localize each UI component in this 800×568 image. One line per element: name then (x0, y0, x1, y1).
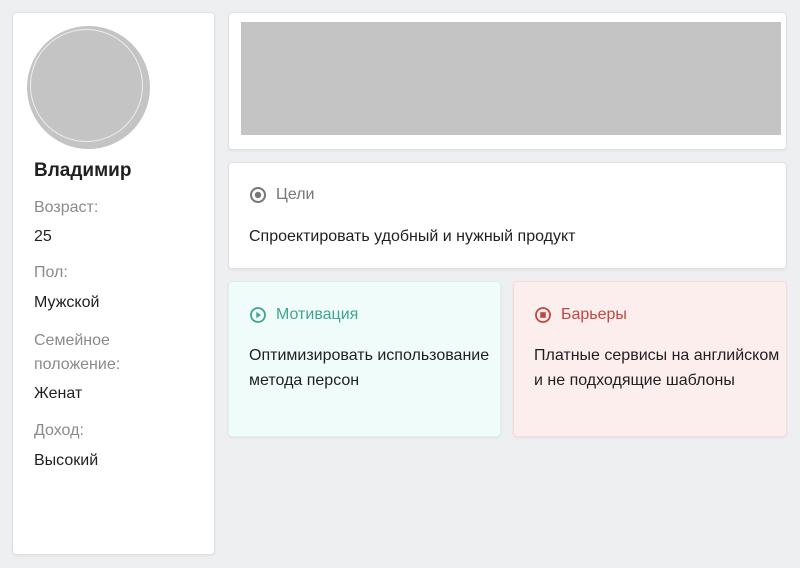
banner-card (228, 12, 787, 150)
target-icon (249, 186, 267, 204)
marital-status-value: Женат (34, 385, 83, 402)
goals-text: Спроектировать удобный и нужный продукт (249, 228, 576, 245)
motivation-title: Мотивация (276, 306, 359, 323)
barriers-card: Барьеры Платные сервисы на английском и … (513, 281, 787, 437)
age-label: Возраст: (34, 199, 99, 216)
banner-image-placeholder (241, 22, 781, 135)
goals-header: Цели (249, 185, 314, 205)
play-circle-icon (249, 306, 267, 324)
stop-circle-icon (534, 306, 552, 324)
gender-label: Пол: (34, 264, 68, 281)
barriers-header: Барьеры (534, 305, 627, 325)
profile-name: Владимир (34, 160, 132, 181)
motivation-text: Оптимизировать использование метода перс… (249, 347, 490, 389)
profile-card: Владимир Возраст: 25 Пол: Мужской Семейн… (12, 12, 215, 555)
goals-card: Цели Спроектировать удобный и нужный про… (228, 162, 787, 269)
avatar-ring (30, 29, 143, 142)
gender-value: Мужской (34, 294, 100, 311)
barriers-title: Барьеры (561, 306, 627, 323)
motivation-card: Мотивация Оптимизировать использование м… (228, 281, 501, 437)
goals-title: Цели (276, 186, 315, 203)
age-value: 25 (34, 228, 52, 245)
income-value: Высокий (34, 452, 99, 469)
marital-status-label: Семейное положение: (34, 332, 121, 373)
motivation-header: Мотивация (249, 305, 358, 325)
income-label: Доход: (34, 422, 84, 439)
barriers-text: Платные сервисы на английском и не подхо… (534, 347, 780, 389)
